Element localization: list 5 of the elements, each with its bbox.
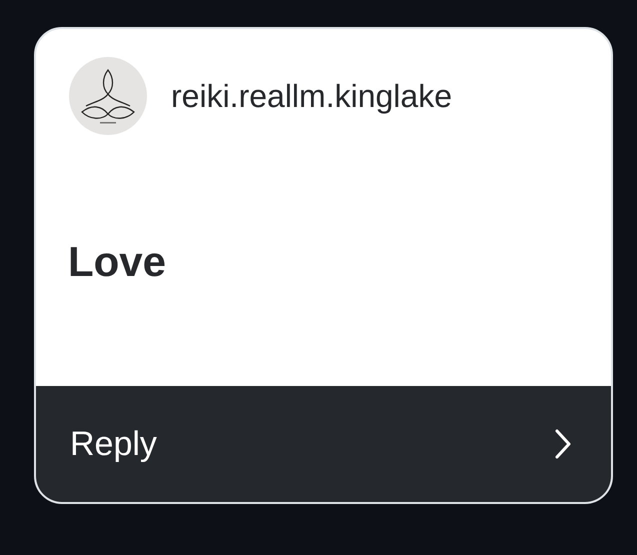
chevron-right-icon xyxy=(553,428,573,460)
username: reiki.reallm.kinglake xyxy=(171,78,452,114)
message-text: Love xyxy=(68,238,168,286)
avatar-logo-icon xyxy=(68,56,148,136)
reply-button[interactable]: Reply xyxy=(36,386,611,502)
